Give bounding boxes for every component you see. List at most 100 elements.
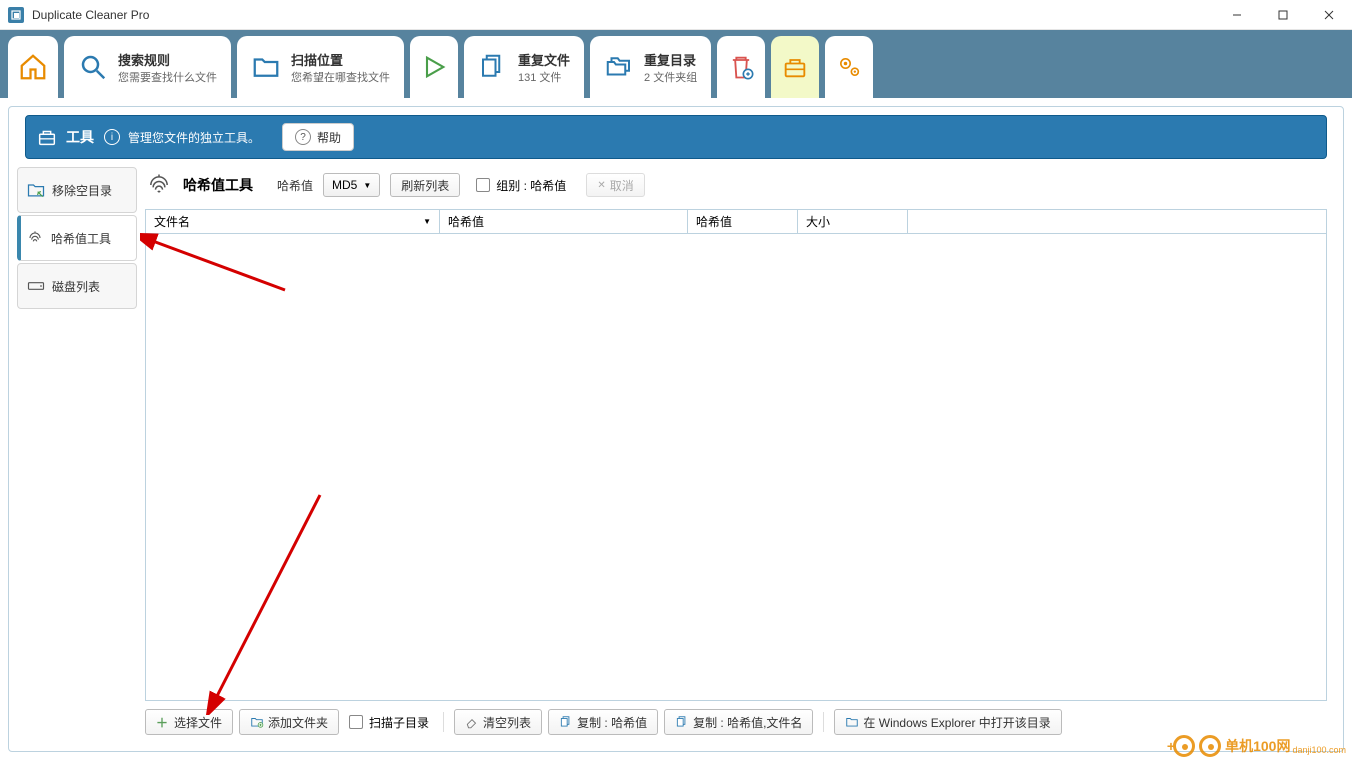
copy-hash-button[interactable]: 复制 : 哈希值 [548, 709, 658, 735]
tab-home[interactable] [8, 36, 58, 98]
checkbox-label: 扫描子目录 [369, 714, 429, 731]
sidebar-item-label: 移除空目录 [52, 182, 112, 199]
fingerprint-icon [25, 228, 45, 248]
home-icon [18, 52, 48, 82]
tab-sublabel: 131 文件 [518, 69, 570, 85]
trash-icon [727, 53, 755, 81]
tab-sublabel: 您需要查找什么文件 [118, 69, 217, 85]
separator [443, 712, 444, 732]
titlebar: Duplicate Cleaner Pro [0, 0, 1352, 30]
toolbox-icon [36, 126, 58, 148]
cancel-button[interactable]: ✕ 取消 [586, 173, 644, 197]
tab-label: 扫描位置 [291, 50, 390, 69]
tab-sublabel: 您希望在哪查找文件 [291, 69, 390, 85]
button-label: 在 Windows Explorer 中打开该目录 [863, 714, 1050, 731]
refresh-list-button[interactable]: 刷新列表 [390, 173, 460, 197]
button-label: 清空列表 [483, 714, 531, 731]
button-label: 添加文件夹 [268, 714, 328, 731]
button-label: 复制 : 哈希值 [577, 714, 647, 731]
clear-list-button[interactable]: 清空列表 [454, 709, 542, 735]
page-title: 哈希值工具 [183, 175, 253, 195]
play-icon [420, 53, 448, 81]
column-label: 哈希值 [696, 213, 732, 230]
tab-sublabel: 2 文件夹组 [644, 69, 697, 85]
table-body[interactable] [146, 234, 1326, 700]
select-files-button[interactable]: ＋ 选择文件 [145, 709, 233, 735]
window-controls [1214, 0, 1352, 30]
close-button[interactable] [1306, 0, 1352, 30]
duplicate-files-icon [478, 52, 508, 82]
copy-hash-name-button[interactable]: 复制 : 哈希值,文件名 [664, 709, 813, 735]
table-header: 文件名 ▼ 哈希值 哈希值 大小 [146, 210, 1326, 234]
column-header-empty[interactable] [908, 210, 1326, 233]
window-title: Duplicate Cleaner Pro [32, 8, 149, 22]
tab-label: 搜索规则 [118, 50, 217, 69]
sort-indicator-icon: ▼ [423, 217, 431, 226]
page-toolbar: 哈希值工具 哈希值 MD5 ▼ 刷新列表 组别 : 哈希值 ✕ 取消 [137, 167, 1335, 209]
info-icon: i [104, 129, 120, 145]
content-panel: 工具 i 管理您文件的独立工具。 ? 帮助 移除空目录 [8, 106, 1344, 752]
footer-toolbar: ＋ 选择文件 添加文件夹 扫描子目录 [137, 701, 1335, 743]
caret-down-icon: ▼ [363, 181, 371, 190]
tab-duplicate-files[interactable]: 重复文件 131 文件 [464, 36, 584, 98]
hash-type-label: 哈希值 [277, 177, 313, 194]
add-folder-button[interactable]: 添加文件夹 [239, 709, 339, 735]
column-header-hash1[interactable]: 哈希值 [440, 210, 688, 233]
tab-start-scan[interactable] [410, 36, 458, 98]
sidebar: 移除空目录 哈希值工具 磁盘列表 [17, 167, 137, 743]
minimize-button[interactable] [1214, 0, 1260, 30]
button-label: 复制 : 哈希值,文件名 [693, 714, 802, 731]
tab-settings[interactable] [825, 36, 873, 98]
sidebar-item-label: 磁盘列表 [52, 278, 100, 295]
copy-icon [559, 715, 573, 729]
logo-icon [1199, 735, 1221, 757]
dropdown-value: MD5 [332, 178, 357, 192]
eraser-icon [465, 715, 479, 729]
sidebar-item-hash-tools[interactable]: 哈希值工具 [17, 215, 137, 261]
tab-scan-location[interactable]: 扫描位置 您希望在哪查找文件 [237, 36, 404, 98]
plus-icon: ＋ [156, 714, 170, 731]
tab-label: 重复目录 [644, 50, 697, 69]
group-by-hash-checkbox[interactable] [476, 178, 490, 192]
column-label: 文件名 [154, 213, 190, 230]
sidebar-item-disk-list[interactable]: 磁盘列表 [17, 263, 137, 309]
hash-type-dropdown[interactable]: MD5 ▼ [323, 173, 380, 197]
logo-icon [1173, 735, 1195, 757]
help-button[interactable]: ? 帮助 [282, 123, 354, 151]
folder-clean-icon [26, 180, 46, 200]
separator [823, 712, 824, 732]
column-header-hash2[interactable]: 哈希值 [688, 210, 798, 233]
main-area: 哈希值工具 哈希值 MD5 ▼ 刷新列表 组别 : 哈希值 ✕ 取消 [137, 167, 1335, 743]
folder-icon [251, 52, 281, 82]
tab-search-rules[interactable]: 搜索规则 您需要查找什么文件 [64, 36, 231, 98]
scan-subfolders-checkbox[interactable] [349, 715, 363, 729]
maximize-button[interactable] [1260, 0, 1306, 30]
watermark: + 单机100网 danji100.com [1167, 735, 1346, 757]
tab-tools[interactable] [771, 36, 819, 98]
app-icon [8, 7, 24, 23]
sidebar-item-label: 哈希值工具 [51, 230, 111, 247]
ribbon: 搜索规则 您需要查找什么文件 扫描位置 您希望在哪查找文件 重复文件 131 文… [0, 30, 1352, 98]
tab-duplicate-folders[interactable]: 重复目录 2 文件夹组 [590, 36, 711, 98]
tab-delete[interactable] [717, 36, 765, 98]
disk-icon [26, 276, 46, 296]
button-label: 刷新列表 [401, 177, 449, 194]
button-label: 选择文件 [174, 714, 222, 731]
help-icon: ? [295, 129, 311, 145]
folder-open-icon [845, 715, 859, 729]
open-in-explorer-button[interactable]: 在 Windows Explorer 中打开该目录 [834, 709, 1061, 735]
column-header-size[interactable]: 大小 [798, 210, 908, 233]
plus-icon: + [1167, 738, 1175, 754]
tab-label: 重复文件 [518, 50, 570, 69]
toolbox-icon [781, 53, 809, 81]
sidebar-item-remove-empty[interactable]: 移除空目录 [17, 167, 137, 213]
column-header-filename[interactable]: 文件名 ▼ [146, 210, 440, 233]
close-icon: ✕ [597, 180, 605, 191]
folder-add-icon [250, 715, 264, 729]
watermark-text: 单机100网 [1225, 736, 1290, 756]
fingerprint-icon [145, 171, 173, 199]
hash-table: 文件名 ▼ 哈希值 哈希值 大小 [145, 209, 1327, 701]
help-label: 帮助 [317, 129, 341, 146]
watermark-sub: danji100.com [1292, 745, 1346, 755]
search-icon [78, 52, 108, 82]
